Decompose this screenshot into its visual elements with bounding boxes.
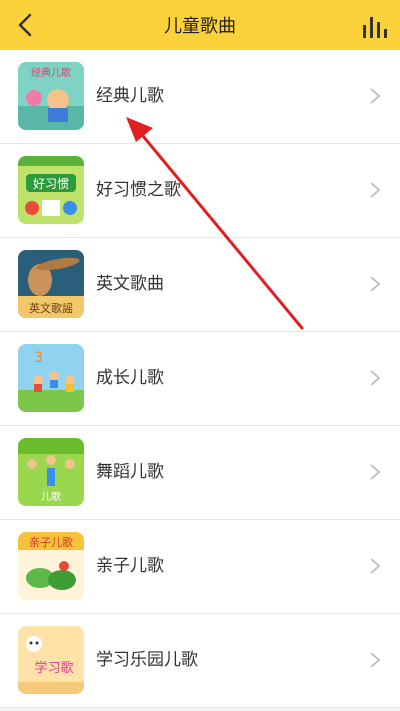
svg-text:好习惯: 好习惯 — [33, 176, 69, 191]
thumbnail: 好习惯 — [18, 156, 84, 224]
list-item-label: 经典儿歌 — [96, 86, 164, 106]
thumbnail: 儿歌 — [18, 438, 84, 506]
list-item-english[interactable]: 英文歌謡 英文歌曲 — [0, 238, 400, 332]
svg-text:学习歌: 学习歌 — [34, 660, 73, 676]
list-item-label: 学习乐园儿歌 — [96, 650, 198, 670]
list-item-parent-child[interactable]: 亲子儿歌 亲子儿歌 — [0, 520, 400, 614]
list-item-label: 舞蹈儿歌 — [96, 462, 164, 482]
list-item-label: 好习惯之歌 — [96, 180, 181, 200]
chevron-right-icon — [370, 182, 381, 198]
chevron-right-icon — [370, 464, 381, 480]
list-item-growth[interactable]: 3 成长儿歌 — [0, 332, 400, 426]
back-icon[interactable] — [10, 9, 42, 41]
list-item-good-habits[interactable]: 好习惯 好习惯之歌 — [0, 144, 400, 238]
svg-text:英文歌謡: 英文歌謡 — [29, 301, 73, 315]
chevron-right-icon — [370, 88, 381, 104]
list-item-label: 亲子儿歌 — [96, 556, 164, 576]
svg-text:儿歌: 儿歌 — [41, 490, 61, 503]
svg-text:3: 3 — [34, 350, 43, 366]
list-item-learning-park[interactable]: 学习歌 学习乐园儿歌 — [0, 614, 400, 708]
svg-text:经典儿歌: 经典儿歌 — [31, 66, 71, 79]
bar-chart-icon[interactable] — [360, 11, 390, 41]
chevron-right-icon — [370, 652, 381, 668]
thumbnail: 经典儿歌 — [18, 62, 84, 130]
chevron-right-icon — [370, 370, 381, 386]
list-item-label: 成长儿歌 — [96, 368, 164, 388]
chevron-right-icon — [370, 276, 381, 292]
top-bar: 儿童歌曲 — [0, 0, 400, 50]
svg-text:亲子儿歌: 亲子儿歌 — [29, 535, 73, 549]
page-title: 儿童歌曲 — [164, 16, 236, 37]
chevron-right-icon — [370, 558, 381, 574]
list-item-classic[interactable]: 经典儿歌 经典儿歌 — [0, 50, 400, 144]
thumbnail: 学习歌 — [18, 626, 84, 694]
list-item-dance[interactable]: 儿歌 舞蹈儿歌 — [0, 426, 400, 520]
list-item-label: 英文歌曲 — [96, 274, 164, 294]
thumbnail: 亲子儿歌 — [18, 532, 84, 600]
category-list: 经典儿歌 经典儿歌 好习惯 好习惯之歌 英文歌謡 英文歌曲 3 成长儿歌 儿歌 … — [0, 50, 400, 708]
thumbnail: 英文歌謡 — [18, 250, 84, 318]
thumbnail: 3 — [18, 344, 84, 412]
